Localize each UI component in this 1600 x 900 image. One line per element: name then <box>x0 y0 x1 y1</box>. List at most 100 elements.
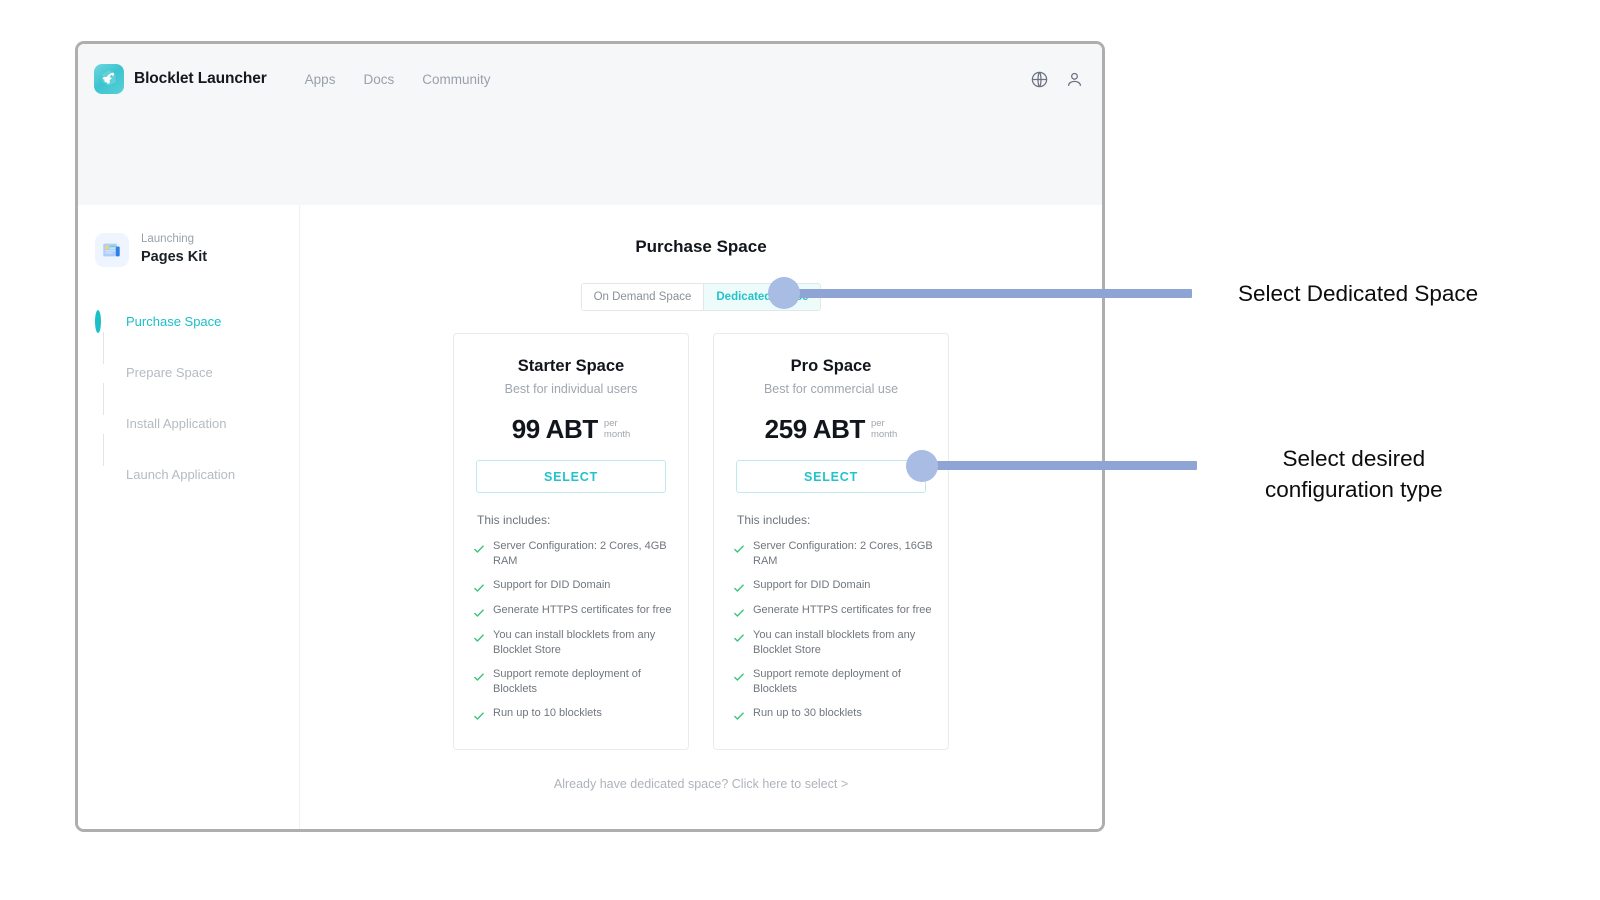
select-button-pro[interactable]: SELECT <box>736 460 926 493</box>
brand-name: Blocklet Launcher <box>134 70 267 88</box>
app-status: Launching <box>141 232 207 247</box>
step-label: Install Application <box>126 414 226 433</box>
check-icon <box>733 632 745 644</box>
plan-price: 99 ABT <box>512 414 598 444</box>
annotation-label-2: Select desired configuration type <box>1265 443 1443 505</box>
plan-price-row: 259 ABT per month <box>714 414 948 444</box>
feature-list: Server Configuration: 2 Cores, 16GB RAM … <box>733 539 934 722</box>
list-item: Support remote deployment of Blocklets <box>733 667 934 697</box>
check-icon <box>733 607 745 619</box>
feature-text: Support remote deployment of Blocklets <box>493 667 674 697</box>
plan-cards: Starter Space Best for individual users … <box>300 333 1102 750</box>
app-window: Blocklet Launcher Apps Docs Community <box>78 44 1102 829</box>
list-item: Generate HTTPS certificates for free <box>733 603 934 619</box>
sidebar-item-purchase-space[interactable]: Purchase Space <box>95 312 299 363</box>
nav-link-community[interactable]: Community <box>422 72 490 87</box>
feature-text: You can install blocklets from any Block… <box>753 628 934 658</box>
dedicated-space-link[interactable]: Already have dedicated space? Click here… <box>300 777 1102 829</box>
sidebar-item-launch-application[interactable]: Launch Application <box>95 465 299 516</box>
globe-icon[interactable] <box>1030 70 1049 89</box>
step-marker-active-icon <box>95 313 113 331</box>
feature-text: Generate HTTPS certificates for free <box>753 603 932 618</box>
select-button-starter[interactable]: SELECT <box>476 460 666 493</box>
nav-link-apps[interactable]: Apps <box>305 72 336 87</box>
feature-text: You can install blocklets from any Block… <box>493 628 674 658</box>
check-icon <box>473 710 485 722</box>
check-icon <box>473 671 485 683</box>
feature-text: Server Configuration: 2 Cores, 16GB RAM <box>753 539 934 569</box>
feature-text: Support for DID Domain <box>493 578 610 593</box>
nav-links: Apps Docs Community <box>305 72 519 87</box>
list-item: You can install blocklets from any Block… <box>733 628 934 658</box>
plan-subtitle: Best for individual users <box>454 382 688 396</box>
period-line-1: per <box>604 418 618 429</box>
annotation-marker-2 <box>906 450 938 482</box>
feature-text: Support remote deployment of Blocklets <box>753 667 934 697</box>
period-line-1: per <box>871 418 885 429</box>
annotation-marker-1 <box>768 277 800 309</box>
list-item: Server Configuration: 2 Cores, 4GB RAM <box>473 539 674 569</box>
check-icon <box>733 671 745 683</box>
list-item: You can install blocklets from any Block… <box>473 628 674 658</box>
sidebar-item-install-application[interactable]: Install Application <box>95 414 299 465</box>
feature-text: Generate HTTPS certificates for free <box>493 603 672 618</box>
brand[interactable]: Blocklet Launcher <box>94 64 267 94</box>
page-title: Purchase Space <box>300 237 1102 257</box>
plan-subtitle: Best for commercial use <box>714 382 948 396</box>
plan-name: Pro Space <box>714 357 948 376</box>
check-icon <box>733 582 745 594</box>
plan-price-row: 99 ABT per month <box>454 414 688 444</box>
plan-price: 259 ABT <box>765 414 865 444</box>
step-label: Purchase Space <box>126 312 221 331</box>
period-line-2: month <box>604 429 630 440</box>
includes-label: This includes: <box>477 513 688 527</box>
list-item: Server Configuration: 2 Cores, 16GB RAM <box>733 539 934 569</box>
screenshot-root: Blocklet Launcher Apps Docs Community <box>0 0 1600 900</box>
sidebar-item-prepare-space[interactable]: Prepare Space <box>95 363 299 414</box>
tab-on-demand-space[interactable]: On Demand Space <box>582 284 704 310</box>
check-icon <box>473 582 485 594</box>
step-marker-icon <box>95 466 113 484</box>
plan-card-starter: Starter Space Best for individual users … <box>453 333 689 750</box>
plan-price-period: per month <box>871 418 897 440</box>
rocket-icon <box>94 64 124 94</box>
content-body: Launching Pages Kit Purchase Space <box>78 205 1102 829</box>
annotation-connector-2 <box>920 461 1197 470</box>
check-icon <box>733 543 745 555</box>
feature-text: Server Configuration: 2 Cores, 4GB RAM <box>493 539 674 569</box>
sidebar-app-header: Launching Pages Kit <box>95 232 299 267</box>
feature-text: Run up to 10 blocklets <box>493 706 602 721</box>
list-item: Run up to 30 blocklets <box>733 706 934 722</box>
pages-document-icon <box>95 233 129 267</box>
check-icon <box>473 632 485 644</box>
main-content: Purchase Space On Demand Space Dedicated… <box>300 205 1102 829</box>
list-item: Support for DID Domain <box>733 578 934 594</box>
check-icon <box>733 710 745 722</box>
check-icon <box>473 543 485 555</box>
step-label: Prepare Space <box>126 363 213 382</box>
list-item: Support remote deployment of Blocklets <box>473 667 674 697</box>
feature-list: Server Configuration: 2 Cores, 4GB RAM S… <box>473 539 674 722</box>
annotation-connector-1 <box>782 289 1192 298</box>
step-label: Launch Application <box>126 465 235 484</box>
plan-name: Starter Space <box>454 357 688 376</box>
annotation-label-1: Select Dedicated Space <box>1238 278 1478 309</box>
list-item: Generate HTTPS certificates for free <box>473 603 674 619</box>
feature-text: Run up to 30 blocklets <box>753 706 862 721</box>
nav-link-docs[interactable]: Docs <box>363 72 394 87</box>
list-item: Run up to 10 blocklets <box>473 706 674 722</box>
plan-price-period: per month <box>604 418 630 440</box>
sidebar: Launching Pages Kit Purchase Space <box>78 205 300 829</box>
app-window-frame: Blocklet Launcher Apps Docs Community <box>75 41 1105 832</box>
app-name: Pages Kit <box>141 248 207 267</box>
sidebar-app-meta: Launching Pages Kit <box>141 232 207 267</box>
list-item: Support for DID Domain <box>473 578 674 594</box>
user-icon[interactable] <box>1065 70 1084 89</box>
plan-card-pro: Pro Space Best for commercial use 259 AB… <box>713 333 949 750</box>
feature-text: Support for DID Domain <box>753 578 870 593</box>
navbar: Blocklet Launcher Apps Docs Community <box>78 44 1102 114</box>
includes-label: This includes: <box>737 513 948 527</box>
check-icon <box>473 607 485 619</box>
period-line-2: month <box>871 429 897 440</box>
step-marker-icon <box>95 364 113 382</box>
